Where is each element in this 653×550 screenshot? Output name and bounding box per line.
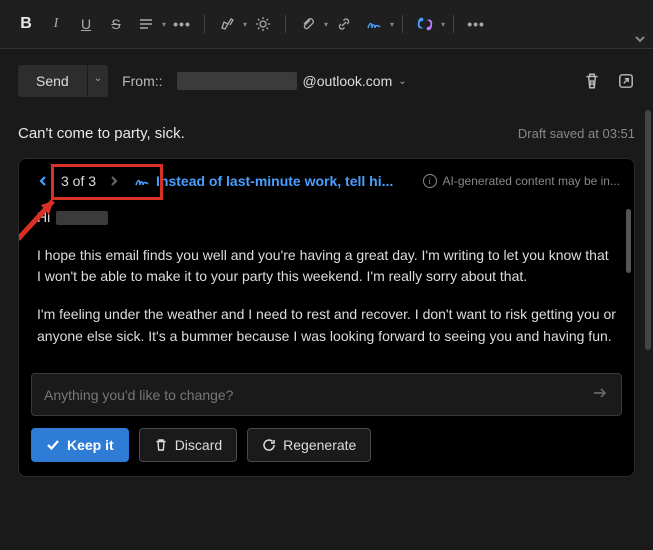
panel-scrollbar[interactable]	[645, 110, 651, 350]
formatting-toolbar: B I U S ▾ ••• ▾ ▾ ▾ ▾	[0, 0, 653, 49]
ai-disclaimer[interactable]: i AI-generated content may be in...	[423, 174, 620, 188]
chevron-down-icon[interactable]: ▾	[162, 20, 166, 29]
chevron-down-icon[interactable]: ▾	[243, 20, 247, 29]
line-height-icon[interactable]	[132, 10, 160, 38]
more-icon[interactable]: •••	[462, 10, 490, 38]
send-options-dropdown[interactable]: ⌄	[87, 65, 108, 97]
regenerate-button[interactable]: Regenerate	[247, 428, 371, 462]
italic-icon[interactable]: I	[42, 10, 70, 38]
strikethrough-icon[interactable]: S	[102, 10, 130, 38]
suggestion-pager: 3 of 3	[33, 171, 124, 191]
chevron-down-icon: ⌄	[398, 76, 406, 87]
submit-arrow-icon[interactable]	[591, 384, 609, 405]
discard-button[interactable]: Discard	[139, 428, 237, 462]
pager-text: 3 of 3	[61, 173, 96, 189]
attachment-icon[interactable]	[294, 10, 322, 38]
info-icon: i	[423, 174, 437, 188]
copilot-icon[interactable]	[411, 10, 439, 38]
pager-prev-button[interactable]	[33, 171, 53, 191]
more-formatting-icon[interactable]: •••	[168, 10, 196, 38]
draft-status: Draft saved at 03:51	[518, 126, 635, 141]
chevron-down-icon[interactable]: ▾	[441, 20, 445, 29]
popout-icon[interactable]	[617, 72, 635, 90]
brightness-icon[interactable]	[249, 10, 277, 38]
underline-icon[interactable]: U	[72, 10, 100, 38]
pager-next-button[interactable]	[104, 171, 124, 191]
ai-draft-body: Hi I hope this email finds you well and …	[19, 203, 634, 373]
from-local-redacted	[177, 72, 297, 90]
body-scrollbar[interactable]	[626, 209, 631, 273]
link-icon[interactable]	[330, 10, 358, 38]
recipient-redacted	[56, 211, 108, 225]
highlight-icon[interactable]	[213, 10, 241, 38]
ai-suggestion-title[interactable]: Instead of last-minute work, tell hi...	[134, 173, 393, 189]
body-paragraph: I'm feeling under the weather and I need…	[37, 304, 616, 347]
ai-refine-input-wrapper	[31, 373, 622, 416]
ai-draft-panel: 3 of 3 Instead of last-minute work, tell…	[18, 158, 635, 477]
chevron-down-icon[interactable]: ▾	[324, 20, 328, 29]
delete-icon[interactable]	[583, 72, 601, 90]
keep-it-button[interactable]: Keep it	[31, 428, 129, 462]
signature-icon[interactable]	[360, 10, 388, 38]
from-row: Send ⌄ From:: @outlook.com ⌄	[0, 49, 653, 113]
send-button[interactable]: Send	[18, 65, 87, 97]
from-account-selector[interactable]: @outlook.com ⌄	[177, 72, 407, 90]
trash-icon	[154, 438, 168, 452]
from-domain: @outlook.com	[303, 73, 393, 89]
greeting-text: Hi	[37, 207, 50, 229]
from-label: From::	[122, 73, 162, 89]
ai-refine-input[interactable]	[44, 387, 591, 403]
collapse-chevron-icon[interactable]	[633, 32, 647, 49]
body-paragraph: I hope this email finds you well and you…	[37, 245, 616, 288]
subject-row: Can't come to party, sick. Draft saved a…	[0, 113, 653, 158]
refresh-icon	[262, 438, 276, 452]
bold-icon[interactable]: B	[12, 10, 40, 38]
check-icon	[46, 438, 60, 452]
chevron-down-icon[interactable]: ▾	[390, 20, 394, 29]
subject-text[interactable]: Can't come to party, sick.	[18, 125, 185, 142]
